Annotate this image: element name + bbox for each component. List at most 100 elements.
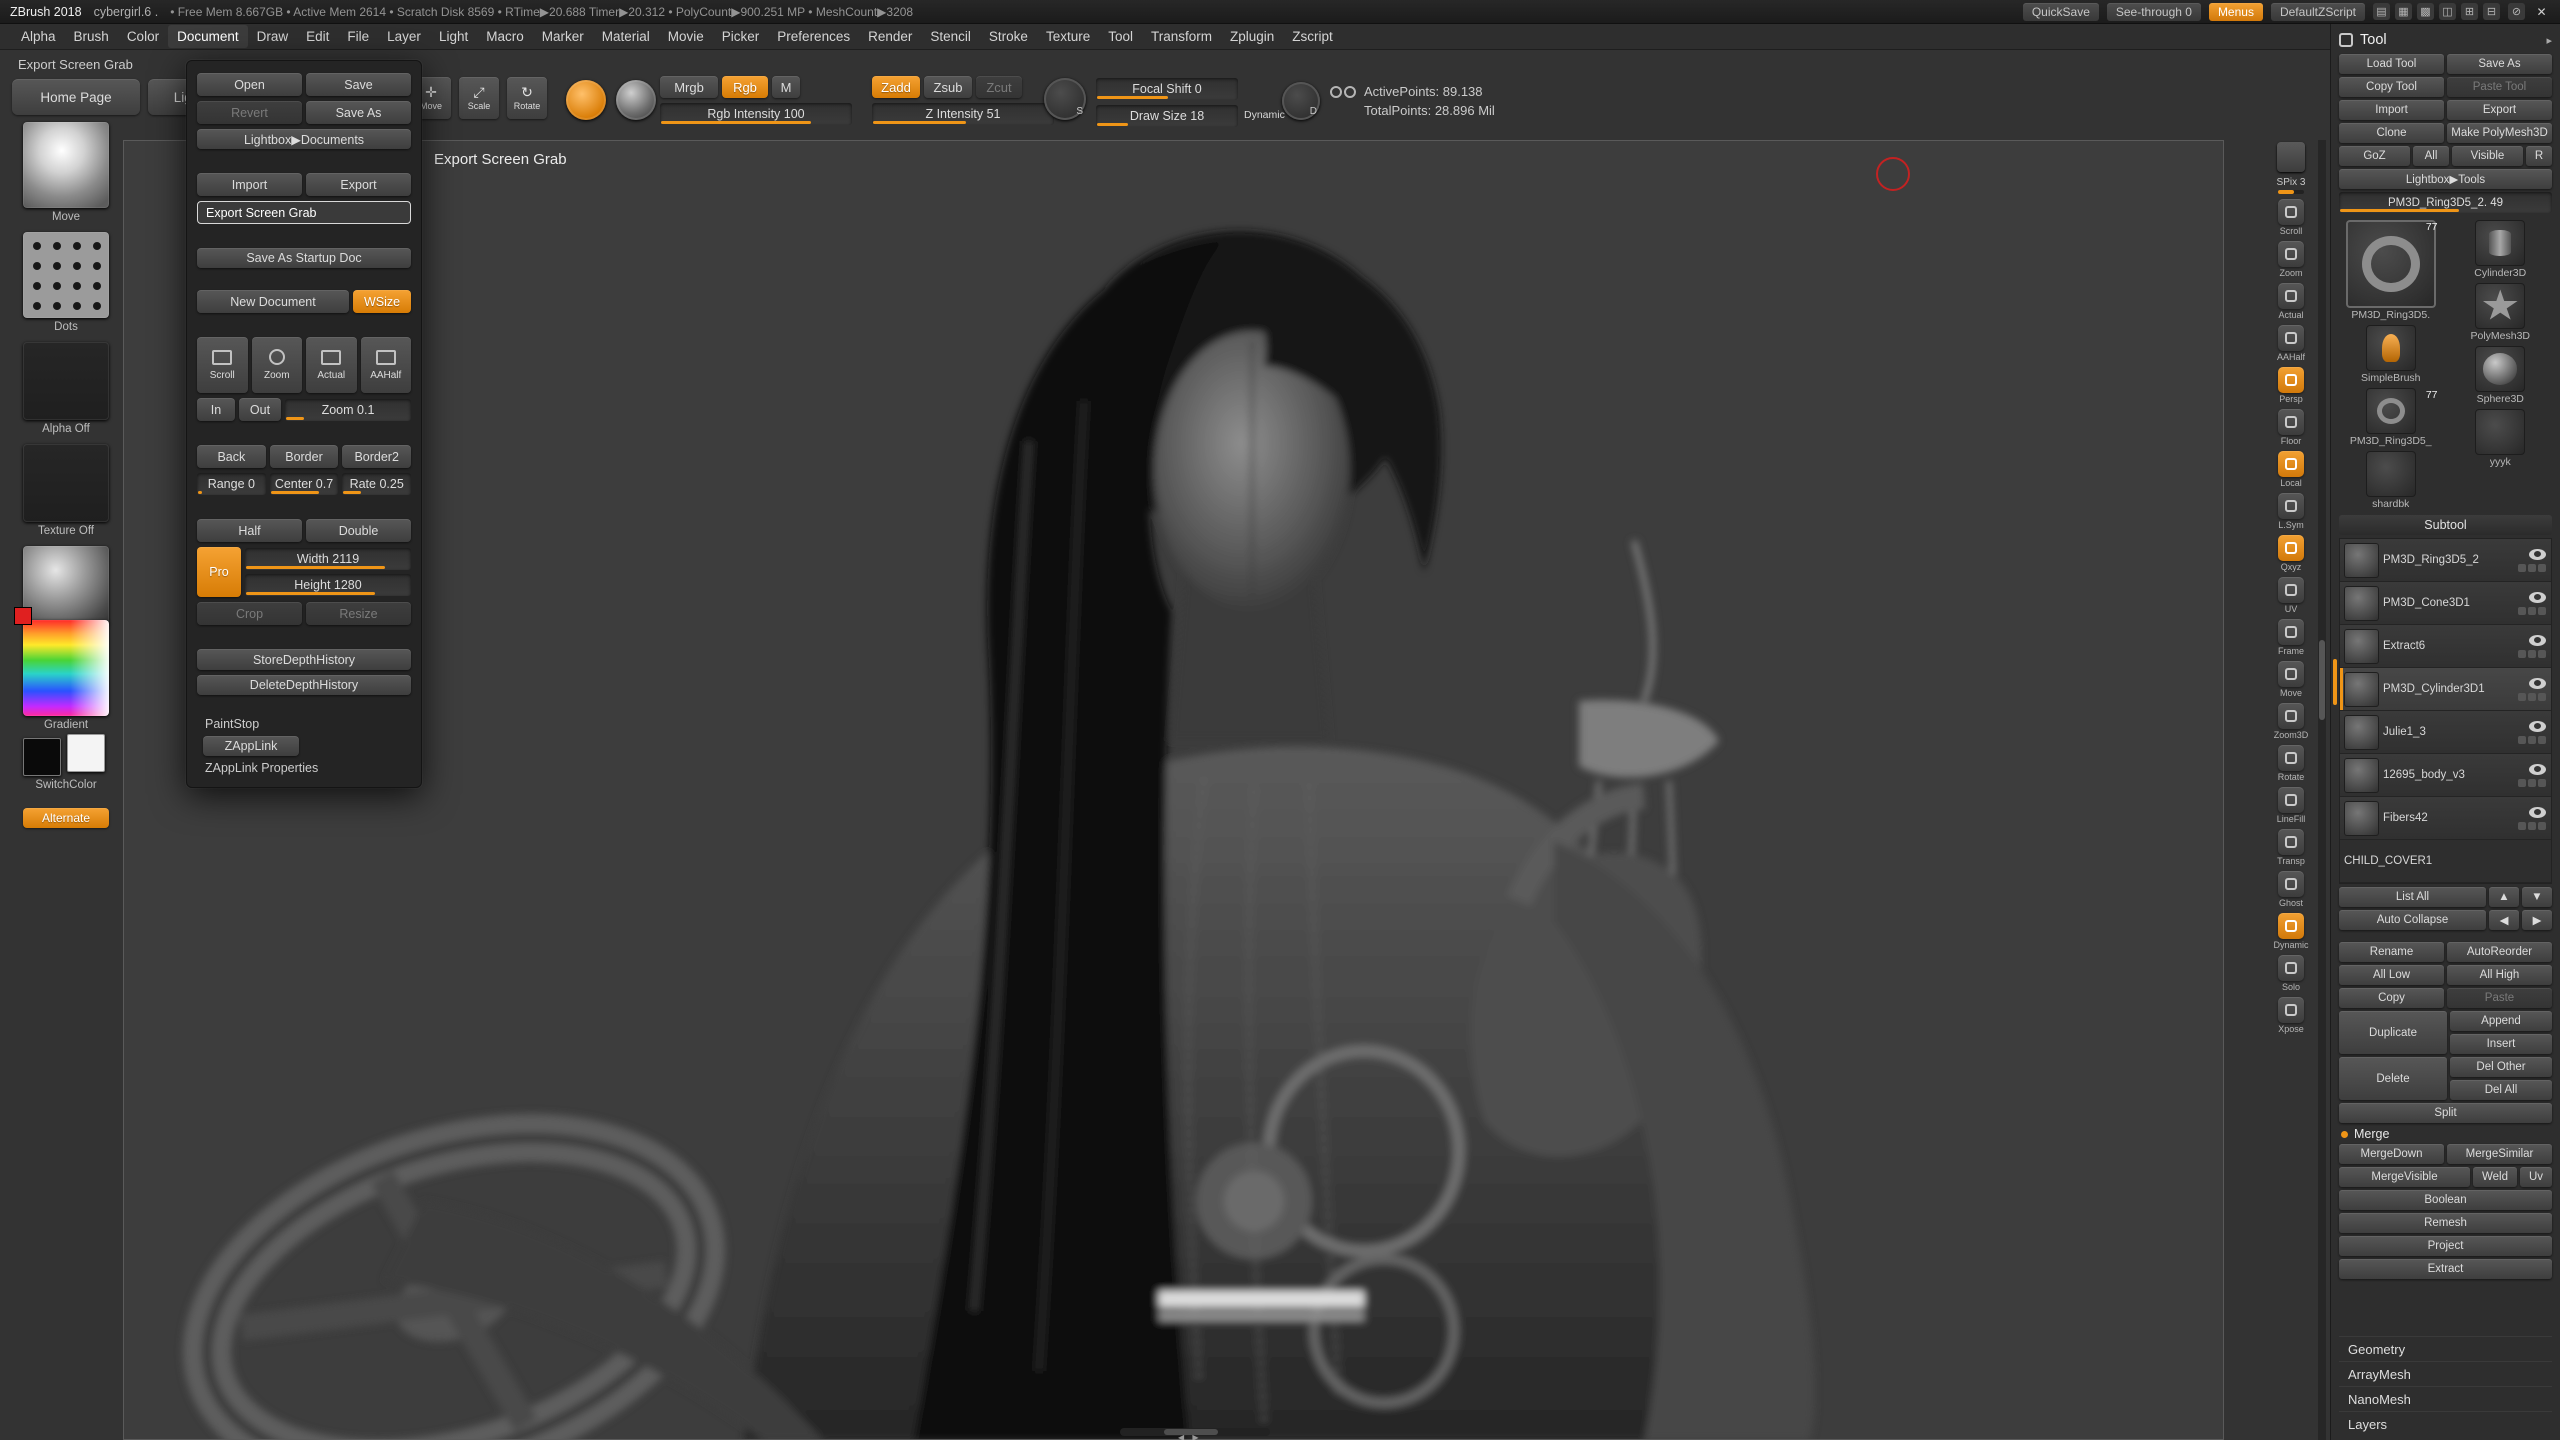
duplicate-button[interactable]: Duplicate	[2339, 1011, 2447, 1054]
weld-button[interactable]: Weld	[2473, 1167, 2517, 1187]
menu-item[interactable]: Zplugin	[1221, 25, 1283, 48]
scale-mode-button[interactable]: ⤢ Scale	[459, 77, 499, 119]
shelf-toggle[interactable]: Rotate	[2274, 745, 2308, 782]
dynamic-toggle[interactable]: Dynamic	[1244, 109, 1285, 121]
visibility-eye-icon[interactable]	[2529, 592, 2546, 603]
goz-visible-button[interactable]: Visible	[2452, 146, 2523, 166]
save-startup-doc-button[interactable]: Save As Startup Doc	[197, 248, 411, 268]
subtool-option-icons[interactable]	[2518, 779, 2546, 787]
zsub-button[interactable]: Zsub	[924, 76, 972, 98]
zapplink-properties-label[interactable]: ZAppLink Properties	[197, 761, 411, 775]
collapse-down-icon[interactable]: ▶	[2522, 910, 2552, 930]
all-high-button[interactable]: All High	[2447, 965, 2552, 985]
subtool-up-icon[interactable]: ▲	[2489, 887, 2519, 907]
save-as-tool-button[interactable]: Save As	[2447, 54, 2552, 74]
subtool-row[interactable]: 12695_body_v3	[2340, 754, 2551, 797]
current-texture-thumb[interactable]	[23, 444, 109, 522]
new-document-button[interactable]: New Document	[197, 290, 349, 313]
document-canvas[interactable]: Export Screen Grab	[123, 140, 2224, 1440]
list-all-button[interactable]: List All	[2339, 887, 2486, 907]
shelf-toggle[interactable]: Solo	[2274, 955, 2308, 992]
tool-thumbnail[interactable]: 77 PM3D_Ring3D5_	[2339, 388, 2443, 447]
resize-button[interactable]: Resize	[306, 602, 411, 625]
current-material-thumb[interactable]	[23, 546, 109, 626]
spix-slider[interactable]: SPix 3	[2277, 177, 2306, 194]
actual-size-button[interactable]: Actual	[306, 337, 357, 393]
goz-r-button[interactable]: R	[2526, 146, 2552, 166]
del-other-button[interactable]: Del Other	[2450, 1057, 2552, 1077]
quicksave-button[interactable]: QuickSave	[2023, 3, 2099, 21]
copy-subtool-button[interactable]: Copy	[2339, 988, 2444, 1008]
shelf-toggle[interactable]: Actual	[2274, 283, 2308, 320]
shelf-toggle[interactable]: Zoom3D	[2274, 703, 2308, 740]
rgb-intensity-slider[interactable]: Rgb Intensity 100	[660, 103, 852, 125]
mergevisible-button[interactable]: MergeVisible	[2339, 1167, 2470, 1187]
menu-item[interactable]: Edit	[297, 25, 338, 48]
visibility-eye-icon[interactable]	[2529, 721, 2546, 732]
subtool-row[interactable]: Fibers42	[2340, 797, 2551, 840]
alternate-button[interactable]: Alternate	[23, 808, 109, 828]
tool-thumbnail[interactable]: 77 PM3D_Ring3D5.	[2339, 220, 2443, 321]
titlebar-tool-icon[interactable]: ⊟	[2483, 3, 2500, 20]
titlebar-tool-icon[interactable]: ▦	[2395, 3, 2412, 20]
current-brush-thumb[interactable]	[23, 122, 109, 208]
paintstop-button[interactable]: PaintStop	[197, 717, 411, 731]
menu-item[interactable]: Layer	[378, 25, 430, 48]
draw-size-slider[interactable]: Draw Size 18	[1096, 105, 1238, 127]
tool-thumbnail[interactable]: Sphere3D	[2449, 346, 2553, 405]
shelf-toggle[interactable]: L.Sym	[2274, 493, 2308, 530]
current-stroke-thumb[interactable]	[23, 232, 109, 318]
auto-collapse-button[interactable]: Auto Collapse	[2339, 910, 2486, 930]
shelf-toggle[interactable]: UV	[2274, 577, 2308, 614]
zoom-in-button[interactable]: In	[197, 398, 235, 421]
store-depth-history-button[interactable]: StoreDepthHistory	[197, 649, 411, 669]
main-color-swatch[interactable]	[23, 738, 61, 776]
project-button[interactable]: Project	[2339, 1236, 2552, 1256]
rename-button[interactable]: Rename	[2339, 942, 2444, 962]
menu-item[interactable]: Tool	[1099, 25, 1142, 48]
doc-preview-icon[interactable]	[2277, 142, 2305, 172]
uv-button[interactable]: Uv	[2520, 1167, 2552, 1187]
subtool-option-icons[interactable]	[2518, 736, 2546, 744]
shelf-toggle[interactable]: Floor	[2274, 409, 2308, 446]
rgb-button[interactable]: Rgb	[722, 76, 768, 98]
shelf-toggle[interactable]: Frame	[2274, 619, 2308, 656]
subtool-option-icons[interactable]	[2518, 607, 2546, 615]
subtool-section-header[interactable]: Subtool	[2339, 515, 2552, 535]
import-tool-button[interactable]: Import	[2339, 100, 2444, 120]
tool-thumbnail[interactable]: SimpleBrush	[2339, 325, 2443, 384]
merge-subsection[interactable]: Merge	[2339, 1126, 2552, 1141]
shelf-toggle[interactable]: AAHalf	[2274, 325, 2308, 362]
half-button[interactable]: Half	[197, 519, 302, 542]
shelf-toggle[interactable]: Dynamic	[2274, 913, 2308, 950]
menu-item[interactable]: Marker	[533, 25, 593, 48]
menu-item[interactable]: Macro	[477, 25, 533, 48]
zapplink-button[interactable]: ZAppLink	[203, 736, 299, 756]
visibility-eye-icon[interactable]	[2529, 764, 2546, 775]
boolean-button[interactable]: Boolean	[2339, 1190, 2552, 1210]
goz-all-button[interactable]: All	[2413, 146, 2449, 166]
menu-item[interactable]: Movie	[659, 25, 713, 48]
visibility-eye-icon[interactable]	[2529, 549, 2546, 560]
remesh-button[interactable]: Remesh	[2339, 1213, 2552, 1233]
menu-item[interactable]: Alpha	[12, 25, 65, 48]
visibility-eye-icon[interactable]	[2529, 807, 2546, 818]
menu-item[interactable]: Zscript	[1283, 25, 1342, 48]
shelf-toggle[interactable]: Scroll	[2274, 199, 2308, 236]
panel-vscrollbar[interactable]	[2318, 140, 2326, 1440]
shelf-toggle[interactable]: Local	[2274, 451, 2308, 488]
tool-name-slider[interactable]: PM3D_Ring3D5_2. 49	[2339, 192, 2552, 213]
zadd-button[interactable]: Zadd	[872, 76, 920, 98]
shelf-toggle[interactable]: Transp	[2274, 829, 2308, 866]
subtool-row[interactable]: PM3D_Cone3D1	[2340, 582, 2551, 625]
tool-thumbnail[interactable]: Cylinder3D	[2449, 220, 2553, 279]
zcut-button[interactable]: Zcut	[976, 76, 1022, 98]
goz-button[interactable]: GoZ	[2339, 146, 2410, 166]
import-button[interactable]: Import	[197, 173, 302, 196]
menu-item[interactable]: Picker	[713, 25, 769, 48]
save-button[interactable]: Save	[306, 73, 411, 96]
subtool-row[interactable]: Extract6	[2340, 625, 2551, 668]
shelf-toggle[interactable]: Persp	[2274, 367, 2308, 404]
tool-section-header[interactable]: NanoMesh	[2339, 1386, 2552, 1411]
menu-item[interactable]: Texture	[1037, 25, 1099, 48]
